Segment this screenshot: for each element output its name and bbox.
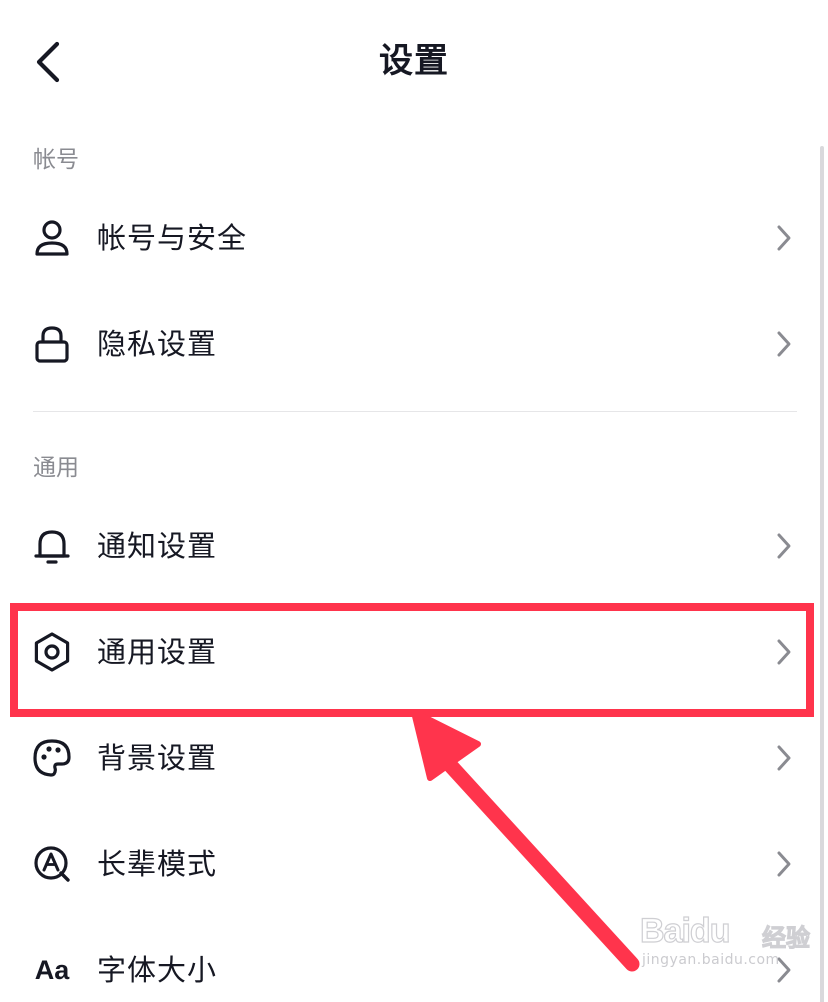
font-size-icon-glyph: Aa xyxy=(34,954,70,985)
font-size-icon: Aa xyxy=(30,948,74,992)
settings-item-notifications[interactable]: 通知设置 xyxy=(0,493,828,599)
palette-icon xyxy=(30,736,74,780)
section-divider xyxy=(33,411,797,412)
elder-mode-icon xyxy=(30,842,74,886)
settings-item-background[interactable]: 背景设置 xyxy=(0,705,828,811)
chevron-right-icon xyxy=(774,531,794,561)
chevron-right-icon xyxy=(774,955,794,985)
bell-icon xyxy=(30,524,74,568)
person-icon xyxy=(30,216,74,260)
page-title: 设置 xyxy=(379,41,449,81)
lock-icon xyxy=(30,322,74,366)
settings-item-label: 通知设置 xyxy=(97,529,218,563)
top-bar: 设置 xyxy=(0,0,828,120)
gear-icon xyxy=(30,630,74,674)
section-header-general: 通用 xyxy=(33,455,79,481)
chevron-right-icon xyxy=(774,743,794,773)
settings-screen: 设置 帐号 帐号与安全 隐私设置 通用 通知设置 通用设置 背景设置 长辈模式 … xyxy=(0,0,828,1002)
settings-item-general[interactable]: 通用设置 xyxy=(0,599,828,705)
settings-item-label: 帐号与安全 xyxy=(97,221,248,255)
settings-item-font-size[interactable]: Aa 字体大小 xyxy=(0,917,828,1002)
chevron-right-icon xyxy=(774,849,794,879)
settings-item-label: 通用设置 xyxy=(97,635,218,669)
chevron-right-icon xyxy=(774,223,794,253)
settings-item-privacy[interactable]: 隐私设置 xyxy=(0,291,828,397)
settings-item-elder-mode[interactable]: 长辈模式 xyxy=(0,811,828,917)
settings-item-label: 字体大小 xyxy=(97,953,218,987)
settings-item-label: 长辈模式 xyxy=(97,847,218,881)
settings-item-label: 隐私设置 xyxy=(97,327,218,361)
chevron-right-icon xyxy=(774,329,794,359)
settings-item-label: 背景设置 xyxy=(97,741,218,775)
section-header-account: 帐号 xyxy=(33,147,79,173)
chevron-right-icon xyxy=(774,637,794,667)
settings-item-account-security[interactable]: 帐号与安全 xyxy=(0,185,828,291)
